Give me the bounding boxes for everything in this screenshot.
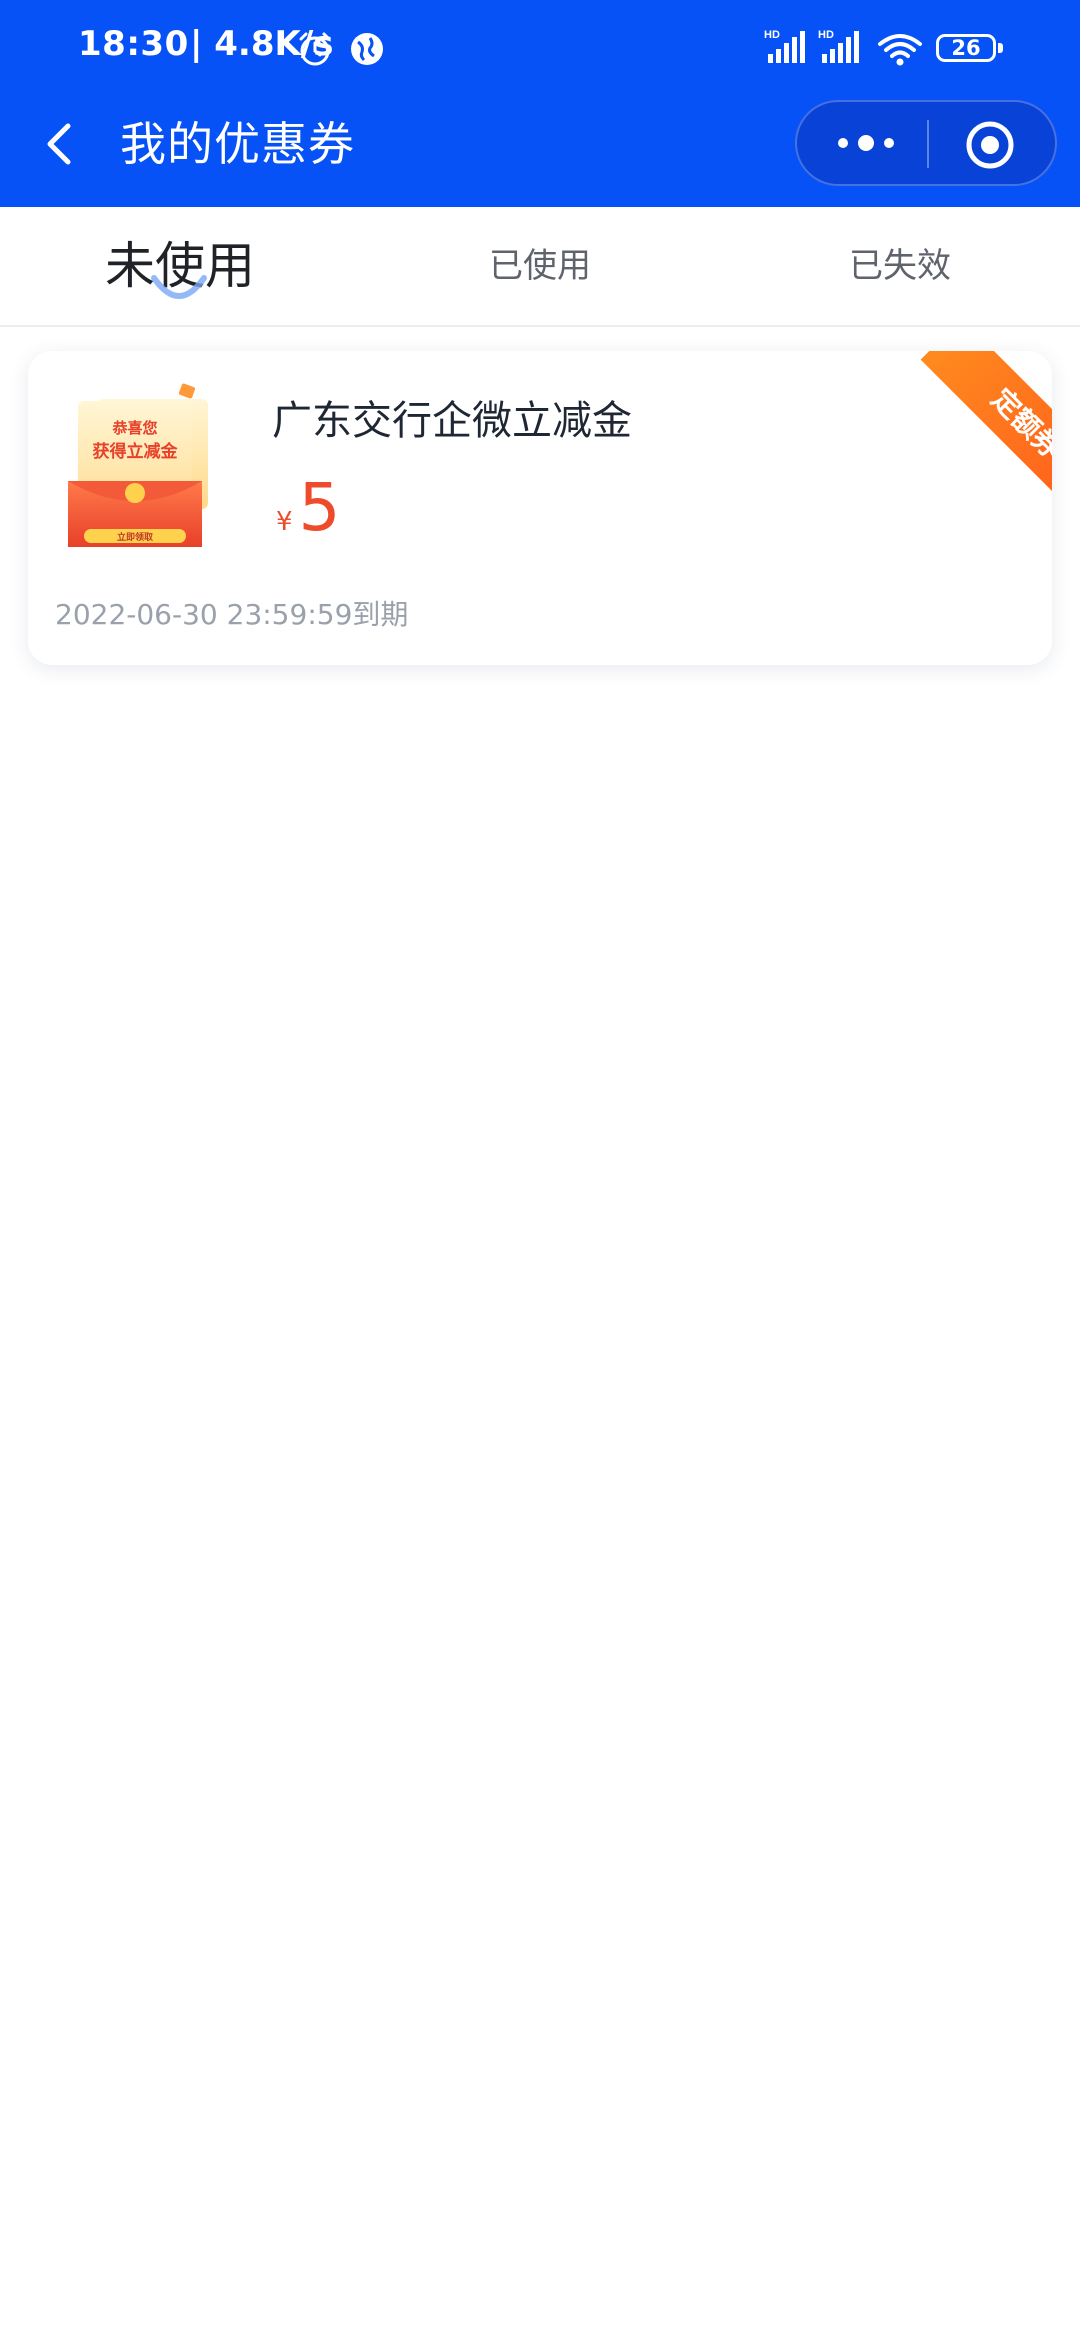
currency-symbol: ¥ [276,507,293,537]
coupon-name: 广东交行企微立减金 [272,398,632,444]
more-dots-icon[interactable] [831,123,901,163]
alarm-icon [299,32,331,66]
amount-value: 5 [298,469,341,546]
battery-icon: 26 [936,30,1006,68]
red-envelope-image: 恭喜您 获得立减金 立即领取 [68,383,208,547]
capsule-divider [927,120,929,168]
top-bar: 18:30 | 4.8K/s HD HD 26 我的优惠券 [0,0,1080,207]
battery-nub [998,43,1003,53]
coupon-expiry: 2022-06-30 23:59:59到期 [55,598,409,631]
coupon-card[interactable]: 恭喜您 获得立减金 立即领取 广东交行企微立减金 ¥5 2022-06-30 2… [28,351,1052,665]
active-tab-indicator [151,275,207,299]
signal-hd-label: HD [764,29,780,41]
status-bar: 18:30 | 4.8K/s HD HD 26 [0,0,1080,98]
coupon-amount: ¥5 [276,469,341,546]
target-circle-icon[interactable] [963,118,1017,172]
tab-expired[interactable]: 已失效 [780,207,1020,325]
globe-icon [351,33,383,65]
thumb-text-top: 恭喜您 [111,419,157,437]
status-time: 18:30 [78,24,189,64]
thumb-text-main: 获得立减金 [93,441,179,462]
thumb-button-text: 立即领取 [117,531,154,543]
page-title: 我的优惠券 [120,117,355,171]
signal-icon: HD [764,29,805,63]
signal-icon: HD [818,29,859,63]
battery-level: 26 [936,34,996,62]
tab-used[interactable]: 已使用 [420,207,660,325]
back-button[interactable] [30,112,90,176]
coupon-type-ribbon: 定额券 [892,351,1052,511]
signal-hd-label: HD [818,29,834,41]
mini-program-capsule [795,100,1057,186]
wifi-icon [878,34,922,66]
coupon-type-label: 定额券 [920,351,1052,511]
